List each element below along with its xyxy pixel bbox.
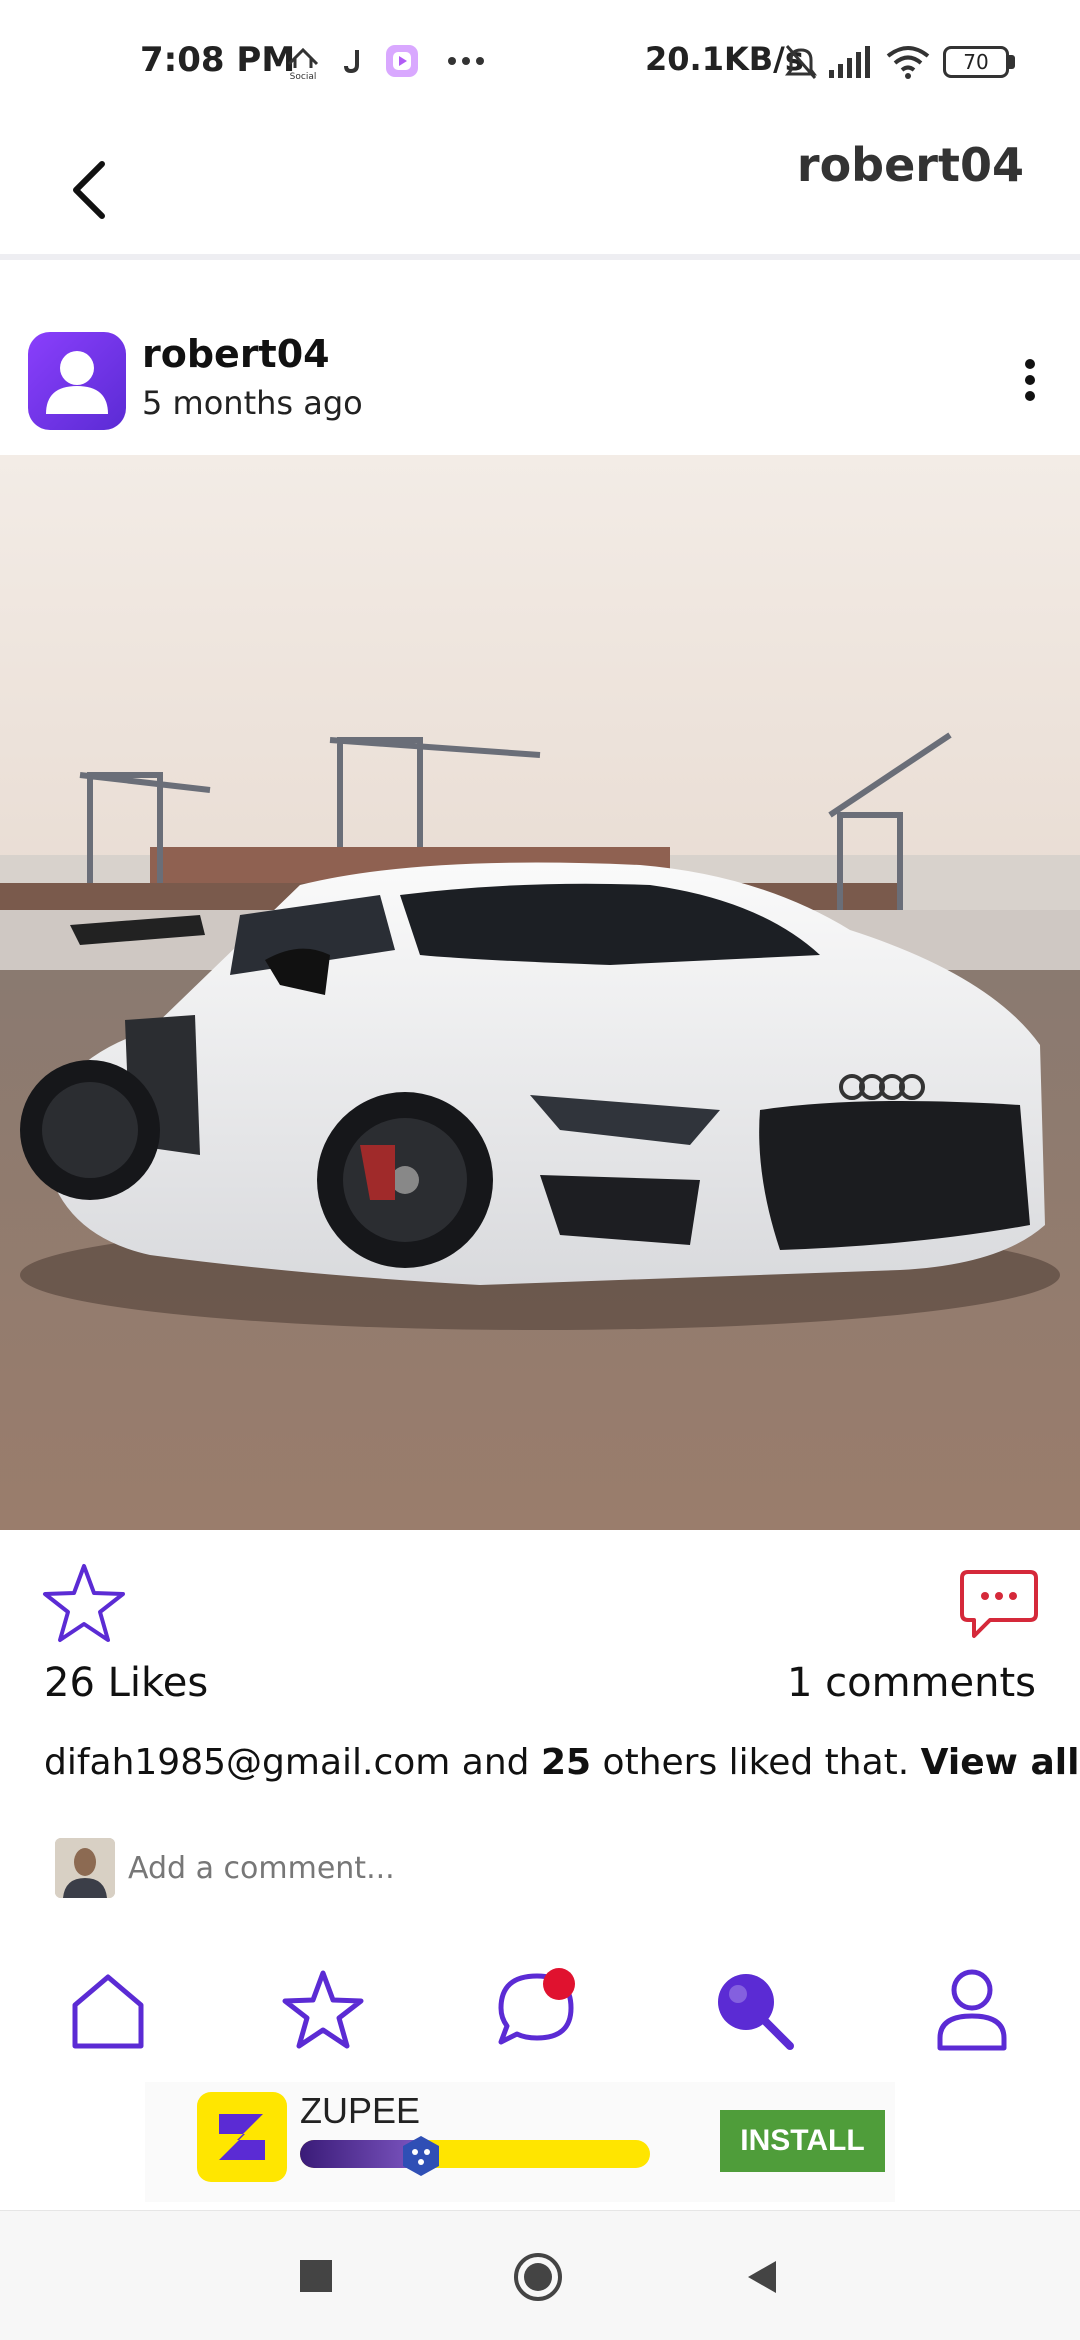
dice-icon	[403, 2136, 439, 2176]
j-app-icon	[344, 50, 359, 74]
comment-button[interactable]	[958, 1568, 1040, 1642]
search-icon	[718, 1974, 794, 2050]
nav-favorites[interactable]	[273, 1960, 373, 2060]
profile-icon	[937, 1969, 1007, 2051]
app-header: robert04	[0, 120, 1080, 260]
user-avatar-icon	[46, 351, 108, 414]
comments-count[interactable]: 1 comments	[787, 1660, 1036, 1706]
more-options-button[interactable]	[1010, 355, 1050, 409]
chat-notification-badge	[543, 1968, 575, 2000]
more-vertical-icon	[1010, 359, 1050, 401]
liked-by-summary: difah1985@gmail.com and 25 others liked …	[44, 1742, 1079, 1783]
liked-by-user[interactable]: difah1985@gmail.com	[44, 1742, 450, 1783]
chevron-left-icon	[73, 161, 105, 219]
home-icon	[72, 1974, 144, 2049]
ad-brand-name: ZUPEE	[300, 2090, 421, 2131]
home-button[interactable]	[512, 2251, 564, 2303]
social-app-icon: Social	[287, 47, 319, 82]
nav-search[interactable]	[702, 1960, 802, 2060]
page-title: robert04	[796, 138, 1024, 192]
signal-icon	[829, 46, 870, 78]
ad-install-button[interactable]: INSTALL	[720, 2110, 885, 2172]
liked-by-others-count: 25	[540, 1742, 592, 1783]
author-avatar[interactable]	[28, 332, 126, 430]
system-nav-bar	[0, 2210, 1080, 2340]
nav-chat[interactable]	[487, 1960, 587, 2060]
nav-profile[interactable]	[922, 1960, 1022, 2060]
post-image[interactable]	[0, 455, 1080, 1530]
star-outline-icon	[43, 1564, 125, 1642]
nav-home[interactable]	[58, 1960, 158, 2060]
car-photo	[0, 455, 1080, 1530]
battery-tip	[1009, 55, 1015, 69]
battery-level: 70	[963, 50, 989, 74]
svg-text:Social: Social	[290, 72, 317, 82]
view-all-likes-link[interactable]: View all	[921, 1742, 1080, 1783]
liked-by-others-text: others liked that.	[602, 1742, 910, 1783]
status-bar: 7:08 PM Social 20.1KB/s 70	[0, 0, 1080, 120]
mute-bell-icon	[785, 45, 817, 79]
comment-bubble-icon	[960, 1570, 1038, 1638]
current-user-avatar	[55, 1838, 115, 1898]
recents-button[interactable]	[300, 2260, 332, 2292]
back-button[interactable]	[60, 150, 130, 230]
more-dots-icon	[448, 57, 484, 65]
zupee-logo-icon	[219, 2114, 265, 2160]
post-time: 5 months ago	[142, 384, 363, 422]
liked-by-and: and	[461, 1742, 530, 1783]
network-speed: 20.1KB/s	[645, 40, 804, 78]
bottom-nav	[0, 1960, 1080, 2070]
likes-count[interactable]: 26 Likes	[44, 1660, 208, 1706]
media-app-icon	[386, 45, 418, 77]
star-icon	[282, 1970, 364, 2049]
ad-logo	[197, 2092, 287, 2182]
status-time: 7:08 PM	[140, 40, 296, 80]
author-name[interactable]: robert04	[142, 332, 330, 376]
battery-icon: 70	[943, 46, 1009, 78]
ad-progress-bar	[300, 2140, 650, 2168]
user-photo	[55, 1838, 115, 1898]
wifi-icon	[886, 46, 930, 79]
ad-banner[interactable]: ZUPEE INSTALL	[145, 2082, 895, 2202]
add-comment-input[interactable]	[128, 1838, 1008, 1898]
back-nav-button[interactable]	[740, 2255, 784, 2299]
like-star-button[interactable]	[40, 1560, 128, 1648]
